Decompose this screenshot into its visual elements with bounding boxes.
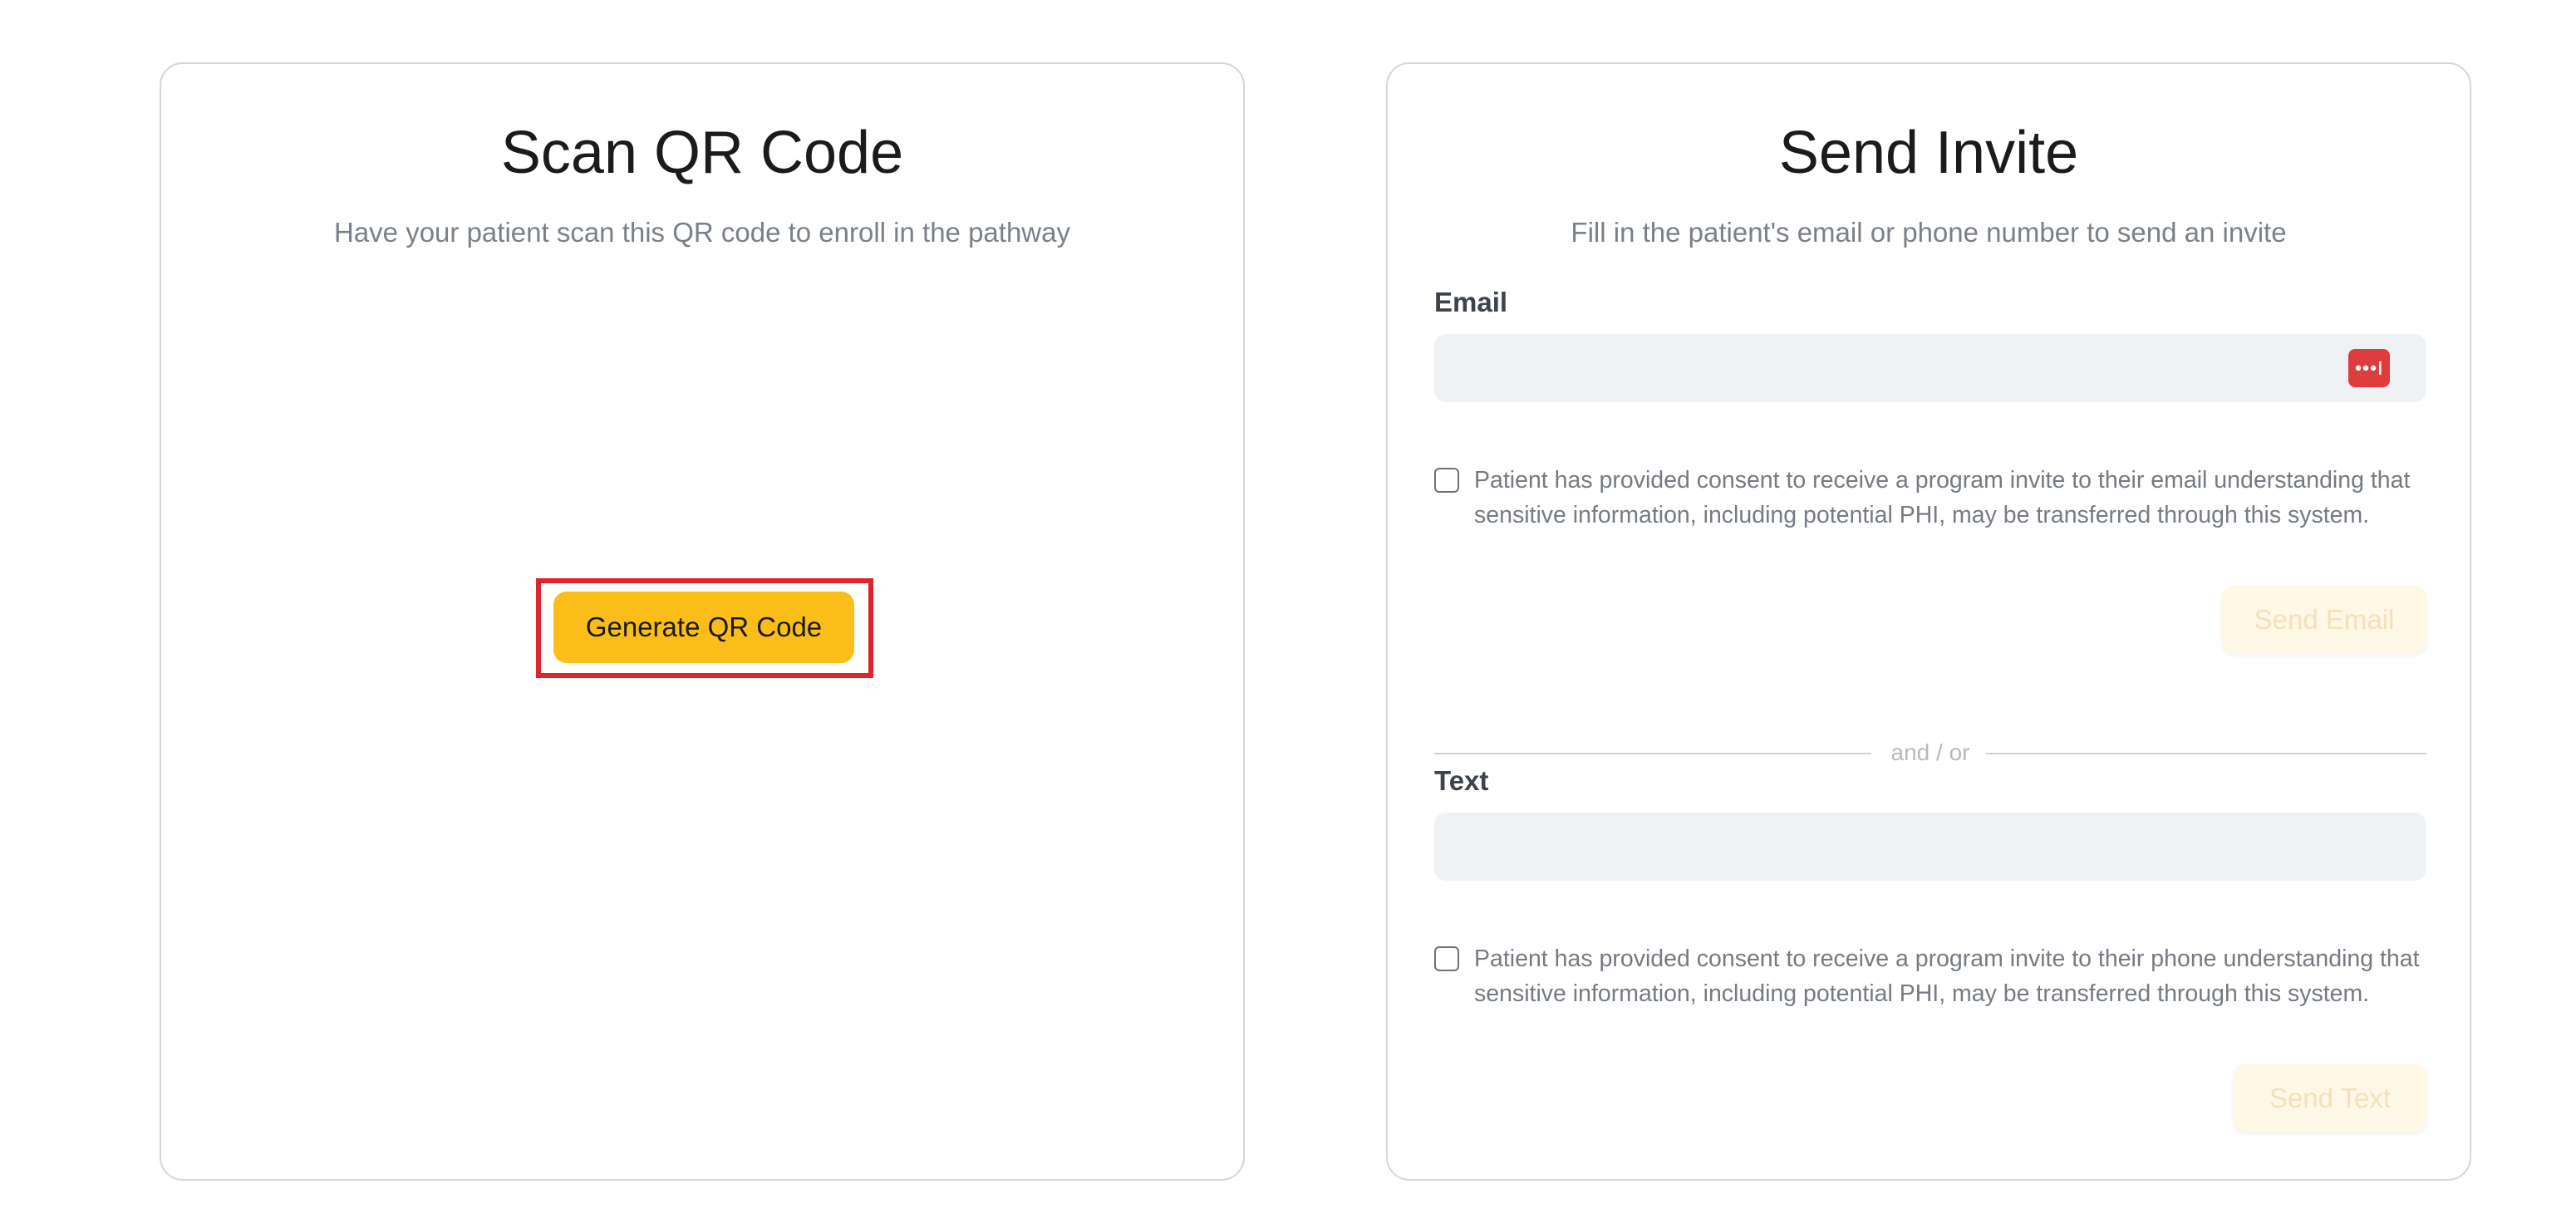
phone-field[interactable] <box>1434 813 2426 881</box>
and-or-divider: and / or <box>1434 736 2426 769</box>
send-text-button[interactable]: Send Text <box>2234 1064 2426 1132</box>
send-invite-card: Send Invite Fill in the patient's email … <box>1386 62 2471 1181</box>
email-consent-checkbox[interactable] <box>1434 468 1459 493</box>
qr-card-title: Scan QR Code <box>500 120 904 186</box>
send-email-button[interactable]: Send Email <box>2222 586 2426 654</box>
text-consent-checkbox[interactable] <box>1434 946 1459 971</box>
email-label: Email <box>1434 287 1508 317</box>
email-consent-text: Patient has provided consent to receive … <box>1474 467 2411 528</box>
invite-card-title: Send Invite <box>1778 120 2079 186</box>
qr-card-subtitle: Have your patient scan this QR code to e… <box>334 217 1070 248</box>
text-consent-text: Patient has provided consent to receive … <box>1474 945 2420 1007</box>
password-dots-icon <box>2355 361 2382 375</box>
divider-label: and / or <box>1890 739 1970 765</box>
qr-code-card: Scan QR Code Have your patient scan this… <box>160 62 1245 1181</box>
email-field[interactable] <box>1434 334 2426 402</box>
invite-card-subtitle: Fill in the patient's email or phone num… <box>1571 217 2287 248</box>
password-manager-icon[interactable] <box>2348 349 2390 387</box>
generate-qr-code-button[interactable]: Generate QR Code <box>553 592 854 663</box>
text-label: Text <box>1434 765 1489 796</box>
